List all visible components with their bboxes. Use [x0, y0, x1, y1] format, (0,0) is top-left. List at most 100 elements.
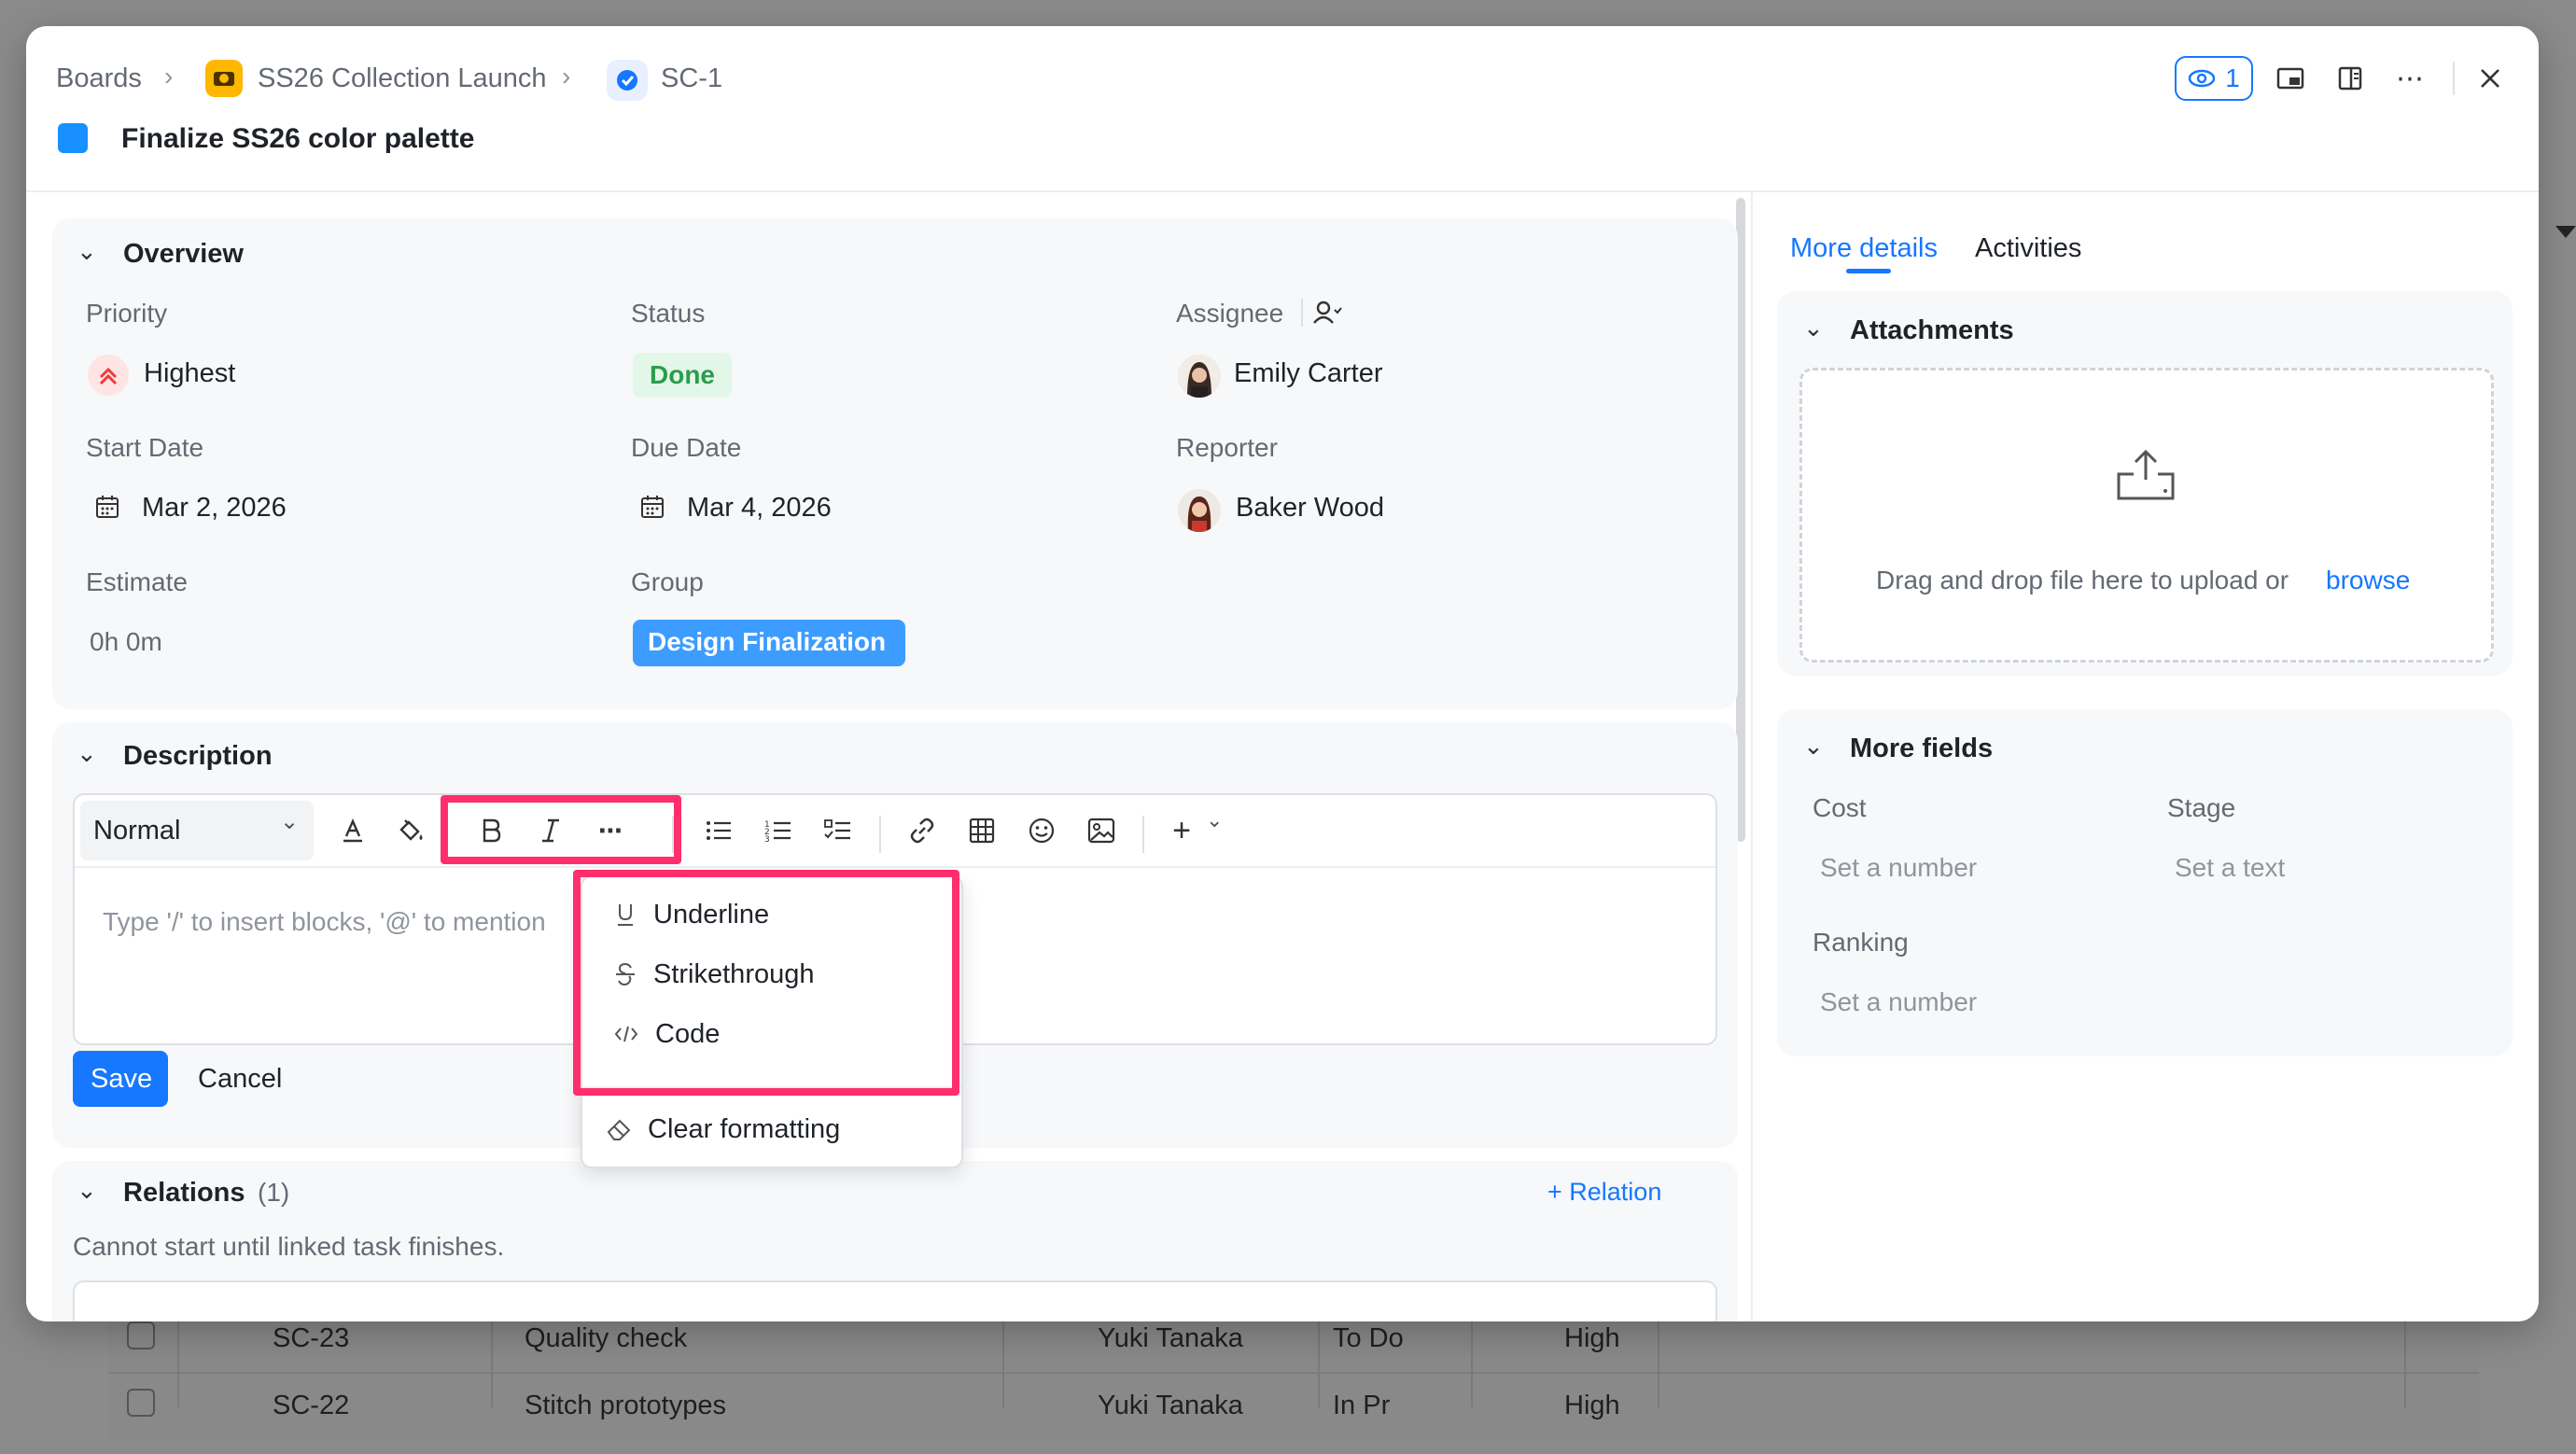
row-id: SC-22 [273, 1391, 350, 1420]
table-icon[interactable] [959, 808, 1004, 853]
relations-note: Cannot start until linked task finishes. [73, 1232, 505, 1261]
picture-in-picture-icon[interactable] [2268, 56, 2313, 101]
text-style-value: Normal [93, 816, 181, 846]
chevron-down-icon[interactable]: ⌄ [1803, 732, 1824, 761]
ranking-value[interactable]: Set a number [1820, 987, 1977, 1017]
divider [75, 866, 1715, 868]
start-date-value[interactable]: Mar 2, 2026 [142, 493, 287, 524]
close-icon[interactable] [2468, 56, 2513, 101]
calendar-icon [95, 495, 119, 524]
row-status: To Do [1333, 1323, 1404, 1353]
stage-label: Stage [2167, 793, 2236, 822]
chevron-down-icon[interactable]: ⌄ [77, 739, 97, 768]
chevron-right-icon: › [562, 62, 571, 91]
due-date-value[interactable]: Mar 4, 2026 [687, 493, 832, 524]
save-label: Save [91, 1064, 153, 1094]
start-date-label: Start Date [86, 433, 204, 462]
divider [1142, 816, 1144, 853]
highlight-color-icon[interactable] [388, 808, 433, 853]
row-priority: High [1564, 1323, 1620, 1353]
divider [879, 816, 881, 853]
chevron-down-icon[interactable]: ⌄ [77, 1176, 97, 1205]
assignee-label: Assignee [1176, 299, 1284, 328]
priority-highest-icon [88, 355, 129, 396]
more-options-icon[interactable]: ⋯ [2387, 56, 2432, 101]
menu-item-label: Clear formatting [648, 1113, 841, 1144]
cost-value[interactable]: Set a number [1820, 853, 1977, 883]
side-panel-icon[interactable] [2328, 56, 2373, 101]
add-user-icon[interactable] [1310, 297, 1342, 333]
row-assignee: Yuki Tanaka [1098, 1323, 1243, 1353]
browse-link[interactable]: browse [2326, 566, 2410, 595]
overview-title: Overview [123, 239, 244, 269]
row-checkbox[interactable] [127, 1389, 155, 1417]
row-name: Stitch prototypes [525, 1391, 726, 1420]
attachments-title: Attachments [1850, 315, 2014, 345]
row-assignee: Yuki Tanaka [1098, 1391, 1243, 1420]
group-label: Group [631, 567, 704, 596]
assignee-value[interactable]: Emily Carter [1234, 358, 1383, 389]
insert-plus-icon[interactable]: + [1159, 808, 1204, 853]
editor-placeholder: Type '/' to insert blocks, '@' to mentio… [103, 907, 546, 936]
due-date-label: Due Date [631, 433, 742, 462]
bullet-list-icon[interactable] [696, 808, 741, 853]
estimate-label: Estimate [86, 567, 188, 596]
upload-icon [2113, 446, 2178, 509]
tab-activities[interactable]: Activities [1975, 233, 2081, 264]
eye-icon [2188, 69, 2216, 88]
table-row: SC-22 Stitch prototypes Yuki Tanaka In P… [108, 1372, 2479, 1439]
divider [1301, 299, 1303, 327]
watchers-count: 1 [2225, 63, 2240, 92]
more-fields-title: More fields [1850, 734, 1994, 763]
chevron-down-icon[interactable]: ⌄ [1803, 314, 1824, 343]
add-relation-button[interactable]: + Relation [1547, 1178, 1661, 1207]
link-icon[interactable] [900, 808, 945, 853]
divider [1751, 192, 1753, 1321]
task-color-swatch[interactable] [58, 123, 88, 153]
row-name: Quality check [525, 1323, 688, 1353]
avatar [1178, 489, 1221, 532]
numbered-list-icon[interactable]: 123 [756, 808, 801, 853]
reporter-value[interactable]: Baker Wood [1236, 493, 1384, 524]
chevron-down-icon[interactable]: ⌄ [77, 237, 97, 266]
active-tab-indicator [1846, 269, 1891, 273]
relations-count: (1) [258, 1178, 290, 1207]
watch-button[interactable]: 1 [2175, 56, 2253, 101]
chevron-right-icon: › [164, 62, 174, 91]
task-title[interactable]: Finalize SS26 color palette [121, 123, 474, 155]
description-title: Description [123, 741, 273, 771]
cancel-button[interactable]: Cancel [198, 1064, 282, 1095]
status-value: Done [650, 360, 715, 389]
eraser-icon [607, 1119, 631, 1140]
task-detail-modal: Boards › SS26 Collection Launch › SC-1 1… [26, 26, 2539, 1321]
group-value: Design Finalization [648, 627, 887, 656]
upload-text: Drag and drop file here to upload or [1876, 566, 2289, 594]
breadcrumb-project[interactable]: SS26 Collection Launch [258, 63, 547, 94]
checklist-icon[interactable] [816, 808, 861, 853]
text-color-icon[interactable] [330, 808, 375, 853]
row-priority: High [1564, 1391, 1620, 1420]
estimate-value[interactable]: 0h 0m [90, 627, 162, 657]
reporter-label: Reporter [1176, 433, 1278, 462]
menu-item-clear-formatting[interactable]: Clear formatting [582, 1099, 961, 1159]
priority-label: Priority [86, 299, 168, 328]
image-icon[interactable] [1079, 808, 1124, 853]
row-checkbox[interactable] [127, 1321, 155, 1349]
breadcrumb-boards[interactable]: Boards [56, 63, 142, 94]
ranking-label: Ranking [1813, 928, 1909, 957]
row-status: In Pr [1333, 1391, 1391, 1420]
emoji-icon[interactable] [1019, 808, 1064, 853]
tab-more-details[interactable]: More details [1790, 233, 1938, 264]
highlight-box [441, 795, 681, 864]
caret-down-icon [2555, 226, 2576, 238]
chevron-down-icon[interactable]: ⌄ [1206, 808, 1223, 832]
divider [2453, 62, 2455, 95]
relation-item[interactable] [73, 1280, 1717, 1321]
project-icon [205, 60, 243, 97]
stage-value[interactable]: Set a text [2175, 853, 2285, 883]
upload-dropzone[interactable] [1799, 368, 2494, 663]
breadcrumb-task-id[interactable]: SC-1 [661, 63, 722, 94]
status-label: Status [631, 299, 706, 328]
row-id: SC-23 [273, 1323, 350, 1353]
priority-value[interactable]: Highest [144, 358, 235, 389]
